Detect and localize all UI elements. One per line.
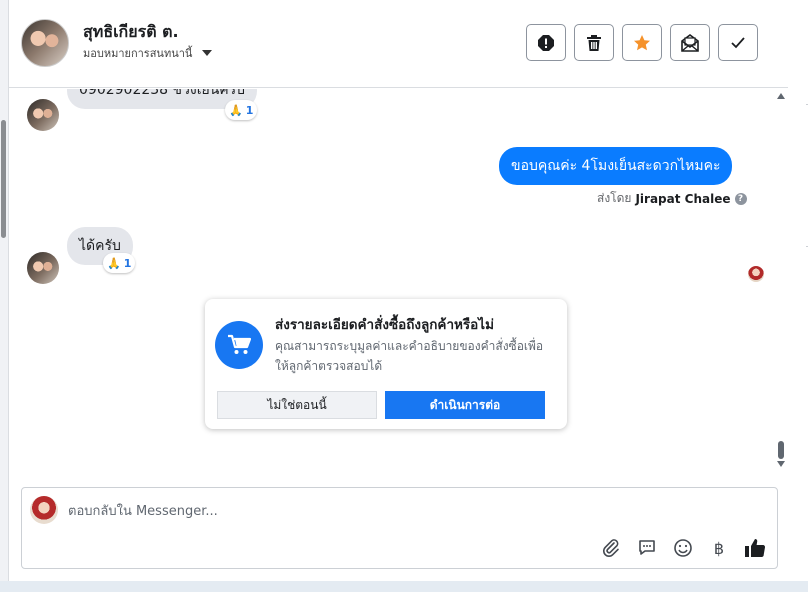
contact-avatar[interactable] bbox=[21, 19, 69, 67]
like-button[interactable] bbox=[743, 536, 767, 560]
page-avatar bbox=[30, 496, 58, 524]
bottom-strip bbox=[0, 581, 808, 592]
message-reaction[interactable]: 🙏 1 bbox=[103, 253, 136, 273]
continue-button[interactable]: ดำเนินการต่อ bbox=[385, 391, 545, 419]
seen-indicator-avatar bbox=[748, 266, 764, 282]
reaction-count: 1 bbox=[123, 256, 132, 270]
attach-button[interactable] bbox=[599, 536, 623, 560]
thumbs-up-icon bbox=[745, 539, 766, 557]
star-icon bbox=[634, 34, 650, 50]
delete-button[interactable] bbox=[574, 24, 614, 61]
right-edge bbox=[788, 0, 808, 592]
message-reaction[interactable]: 🙏 1 bbox=[225, 100, 258, 120]
message-thread[interactable]: 0902902238 ช่วงเย็นครับ 🙏 1 ขอบคุณค่ะ 4โ… bbox=[9, 89, 789, 479]
scroll-down-arrow-icon[interactable] bbox=[777, 461, 785, 467]
order-details-prompt-card: ส่งรายละเอียดคำสั่งซื้อถึงลูกค้าหรือไม่ … bbox=[205, 299, 567, 429]
card-description: คุณสามารถระบุมูลค่าและคำอธิบายของคำสั่งซ… bbox=[275, 339, 544, 373]
create-order-button[interactable]: ฿ bbox=[707, 536, 731, 560]
conversation-header: สุทธิเกียรติ ต. มอบหมายการสนทนานี้ bbox=[9, 0, 789, 88]
contact-avatar-small bbox=[27, 252, 59, 284]
assign-conversation-dropdown[interactable]: มอบหมายการสนทนานี้ bbox=[83, 44, 213, 62]
assign-label: มอบหมายการสนทนานี้ bbox=[83, 47, 193, 60]
pray-icon: 🙏 bbox=[107, 256, 121, 270]
star-button[interactable] bbox=[622, 24, 662, 61]
baht-icon: ฿ bbox=[713, 538, 725, 558]
smiley-icon bbox=[674, 539, 692, 557]
emoji-button[interactable] bbox=[671, 536, 695, 560]
paperclip-icon bbox=[602, 539, 619, 558]
check-icon bbox=[731, 36, 745, 48]
sender-name: Jirapat Chalee bbox=[635, 191, 731, 206]
mark-unread-icon bbox=[681, 33, 699, 52]
card-title: ส่งรายละเอียดคำสั่งซื้อถึงลูกค้าหรือไม่ bbox=[275, 317, 494, 333]
thread-scrollbar[interactable] bbox=[775, 89, 787, 479]
caret-down-icon bbox=[202, 50, 213, 56]
reaction-count: 1 bbox=[245, 103, 254, 117]
thread-scrollbar-thumb[interactable] bbox=[778, 441, 784, 459]
reply-input[interactable] bbox=[68, 501, 668, 521]
outer-scrollbar[interactable] bbox=[0, 0, 8, 592]
contact-name[interactable]: สุทธิเกียรติ ต. bbox=[83, 20, 179, 45]
spam-icon bbox=[538, 34, 554, 51]
mark-spam-button[interactable] bbox=[526, 24, 566, 61]
saved-replies-button[interactable] bbox=[635, 536, 659, 560]
mark-unread-button[interactable] bbox=[670, 24, 710, 61]
conversation-panel: สุทธิเกียรติ ต. มอบหมายการสนทนานี้ 09029… bbox=[8, 0, 789, 581]
scroll-up-arrow-icon[interactable] bbox=[777, 93, 785, 99]
speech-bubble-icon bbox=[639, 540, 655, 555]
help-icon[interactable]: ? bbox=[734, 192, 747, 205]
not-now-button[interactable]: ไม่ใช่ตอนนี้ bbox=[217, 391, 377, 419]
mark-done-button[interactable] bbox=[718, 24, 758, 61]
outer-scrollbar-thumb[interactable] bbox=[1, 120, 6, 238]
reply-composer: ฿ bbox=[21, 487, 778, 569]
outgoing-message[interactable]: ขอบคุณค่ะ 4โมงเย็นสะดวกไหมคะ bbox=[499, 147, 733, 185]
trash-icon bbox=[587, 34, 601, 51]
contact-avatar-small bbox=[27, 99, 59, 131]
sent-by-label: ส่งโดย Jirapat Chalee ? bbox=[597, 189, 747, 208]
cart-icon bbox=[215, 321, 263, 369]
sent-by-prefix: ส่งโดย bbox=[597, 191, 632, 205]
pray-icon: 🙏 bbox=[229, 103, 243, 117]
